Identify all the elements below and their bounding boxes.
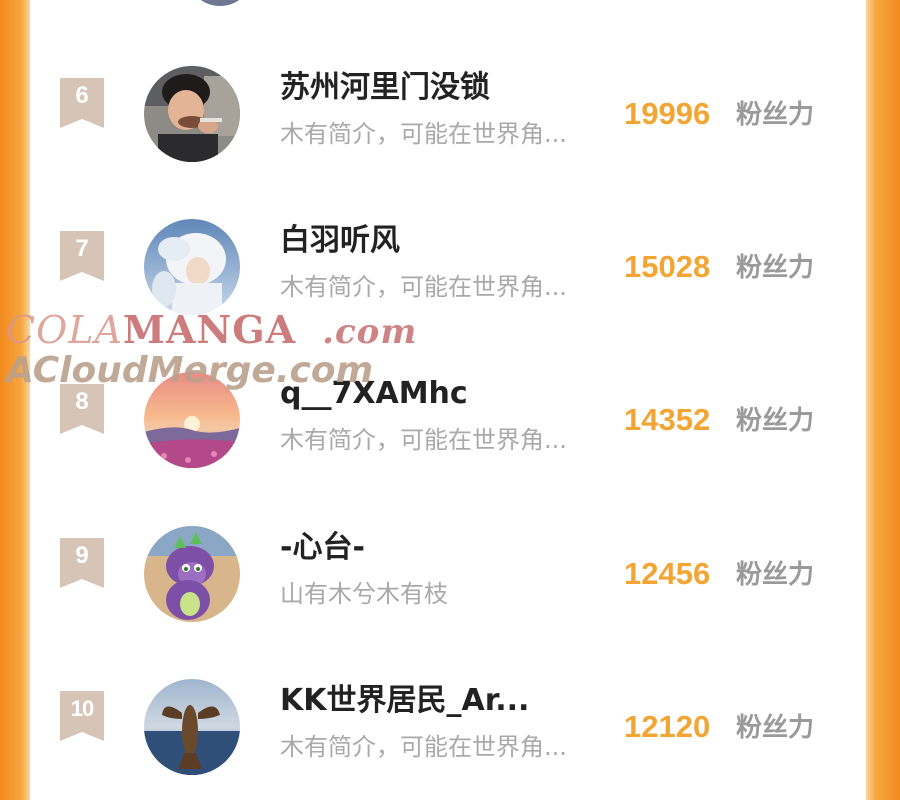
ranking-panel: 6 苏州河里门没锁 木有简介，可能在世界角... 19996 粉丝力 7 白羽听… xyxy=(30,0,866,800)
white-haired-figure-avatar[interactable] xyxy=(144,219,240,315)
fan-score: 19996 xyxy=(624,96,711,131)
right-orange-border xyxy=(866,0,900,800)
rank-badge: 8 xyxy=(60,384,104,434)
ranking-row[interactable]: 10 KK世界居民_Ar... 木有简介，可能在世界角... 12120 粉丝力 xyxy=(30,679,866,799)
user-name[interactable]: 苏州河里门没锁 xyxy=(280,68,610,108)
fan-score: 12120 xyxy=(624,709,711,744)
fan-score: 14352 xyxy=(624,402,711,437)
fan-ranking-list: 6 苏州河里门没锁 木有简介，可能在世界角... 19996 粉丝力 7 白羽听… xyxy=(30,0,866,800)
user-name[interactable]: 白羽听风 xyxy=(280,221,610,261)
user-name[interactable]: -心台- xyxy=(280,528,610,568)
woman-eating-avatar[interactable] xyxy=(144,66,240,162)
fan-score-unit: 粉丝力 xyxy=(736,100,815,130)
fan-score-unit: 粉丝力 xyxy=(736,253,815,283)
fan-score-unit: 粉丝力 xyxy=(736,713,815,743)
rank-badge: 6 xyxy=(60,78,104,128)
fan-score: 15028 xyxy=(624,249,711,284)
left-orange-border xyxy=(0,0,30,800)
ranking-row[interactable]: 7 白羽听风 木有简介，可能在世界角... 15028 粉丝力 xyxy=(30,219,866,339)
user-bio: 木有简介，可能在世界角... xyxy=(280,426,567,454)
purple-dragon-cartoon-avatar[interactable] xyxy=(144,526,240,622)
ranking-row[interactable]: 9 -心台- 山有木兮木有枝 12456 粉丝力 xyxy=(30,526,866,646)
fan-score: 12456 xyxy=(624,556,711,591)
lobster-sea-avatar[interactable] xyxy=(144,679,240,775)
user-bio: 木有简介，可能在世界角... xyxy=(280,120,567,148)
user-bio: 木有简介，可能在世界角... xyxy=(280,273,567,301)
user-bio: 木有简介，可能在世界角... xyxy=(280,733,567,761)
fan-score-unit: 粉丝力 xyxy=(736,406,815,436)
user-name[interactable]: q__7XAMhc xyxy=(280,374,610,414)
ranking-row[interactable]: 6 苏州河里门没锁 木有简介，可能在世界角... 19996 粉丝力 xyxy=(30,66,866,186)
rank-badge: 10 xyxy=(60,691,104,741)
user-bio: 山有木兮木有枝 xyxy=(280,580,448,608)
sunset-flower-field-avatar[interactable] xyxy=(144,372,240,468)
rank-badge: 7 xyxy=(60,231,104,281)
rank-badge: 9 xyxy=(60,538,104,588)
fan-score-unit: 粉丝力 xyxy=(736,560,815,590)
ranking-row[interactable]: 8 q__7XAMhc 木有简介，可能在世界角... 14352 粉丝力 xyxy=(30,372,866,492)
user-name[interactable]: KK世界居民_Ar... xyxy=(280,681,610,721)
